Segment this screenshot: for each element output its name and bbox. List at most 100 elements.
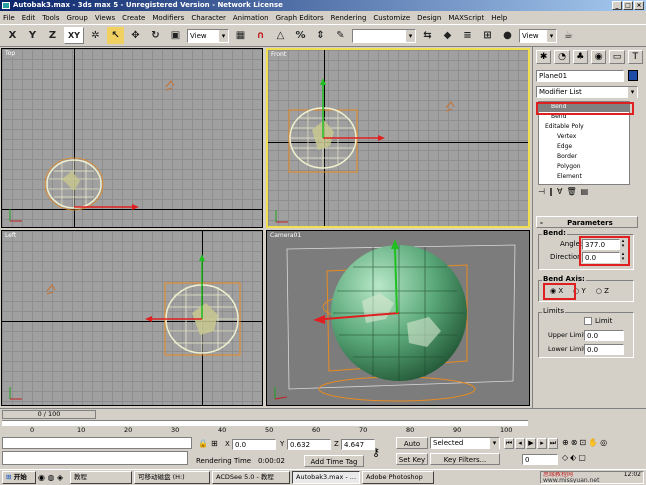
named-selection-icon[interactable]: ✎ bbox=[332, 27, 349, 44]
select-move-icon[interactable]: ✥ bbox=[127, 27, 144, 44]
menu-item[interactable]: Design bbox=[417, 14, 441, 22]
restrict-z-button[interactable]: Z bbox=[44, 27, 61, 44]
menu-item[interactable]: MAXScript bbox=[448, 14, 484, 22]
remove-modifier-icon[interactable]: 🗑 bbox=[566, 187, 576, 200]
start-button[interactable]: ⊞ 开始 bbox=[2, 471, 36, 484]
viewport-left[interactable]: Left bbox=[1, 230, 263, 406]
lock-icon[interactable]: 🔒 bbox=[198, 439, 208, 448]
add-time-tag-button[interactable]: Add Time Tag bbox=[304, 455, 364, 467]
menu-item[interactable]: Group bbox=[67, 14, 88, 22]
material-editor-icon[interactable]: ● bbox=[499, 27, 516, 44]
time-slider[interactable]: 0 / 100 bbox=[2, 410, 96, 419]
menu-item[interactable]: Create bbox=[122, 14, 145, 22]
go-start-icon[interactable]: ⏮ bbox=[504, 438, 514, 449]
zoom-all-icon[interactable]: ⊗ bbox=[571, 438, 578, 447]
lower-limit-field[interactable]: 0.0 bbox=[584, 344, 624, 355]
object-name-field[interactable]: Plane01 bbox=[536, 70, 624, 82]
quick-launch-icons[interactable]: ◉ ◍ ◈ bbox=[38, 473, 68, 482]
restrict-xy-button[interactable]: XY bbox=[64, 27, 84, 44]
scale-icon[interactable]: ▣ bbox=[167, 27, 184, 44]
reference-coord-select[interactable]: View bbox=[187, 28, 229, 43]
align-icon[interactable]: ◆ bbox=[439, 27, 456, 44]
gear-icon[interactable]: ✲ bbox=[87, 27, 104, 44]
named-selection-select[interactable] bbox=[352, 28, 416, 43]
pan-icon[interactable]: ✋ bbox=[588, 438, 598, 447]
axis-radio-z[interactable]: ○ Z bbox=[596, 287, 609, 295]
stack-item[interactable]: Editable Poly bbox=[539, 122, 629, 132]
taskbar-item[interactable]: Autobak3.max - ... bbox=[292, 471, 360, 484]
menu-item[interactable]: Edit bbox=[22, 14, 36, 22]
zoom-extents-icon[interactable]: ⊡ bbox=[579, 438, 586, 447]
fov-icon[interactable]: ◇ bbox=[562, 453, 568, 462]
y-coord-field[interactable]: 0.632 bbox=[287, 439, 331, 450]
stack-item[interactable]: Border bbox=[539, 152, 629, 162]
maximize-button[interactable]: □ bbox=[623, 1, 633, 10]
render-icon[interactable]: ☕ bbox=[560, 27, 577, 44]
taskbar-item[interactable]: 教程 bbox=[70, 471, 132, 484]
select-icon[interactable]: ↖ bbox=[107, 27, 124, 44]
viewport-top[interactable]: Top bbox=[1, 48, 263, 228]
menu-item[interactable]: Customize bbox=[373, 14, 410, 22]
upper-limit-field[interactable]: 0.0 bbox=[584, 330, 624, 341]
taskbar-item[interactable]: Adobe Photoshop bbox=[362, 471, 434, 484]
render-type-select[interactable]: View bbox=[519, 28, 557, 43]
utilities-tab-icon[interactable]: T bbox=[627, 50, 643, 64]
limit-checkbox-row[interactable]: Limit bbox=[584, 317, 612, 325]
menu-item[interactable]: Modifiers bbox=[152, 14, 184, 22]
key-mode-select[interactable]: Selected bbox=[430, 437, 500, 450]
parameters-rollout[interactable]: - Parameters bbox=[536, 216, 638, 228]
display-tab-icon[interactable]: ▭ bbox=[609, 50, 625, 64]
menu-item[interactable]: Character bbox=[191, 14, 226, 22]
modifier-list-select[interactable]: Modifier List bbox=[536, 86, 638, 99]
stack-item[interactable]: Vertex bbox=[539, 132, 629, 142]
menu-item[interactable]: Animation bbox=[233, 14, 269, 22]
stack-item[interactable]: Edge bbox=[539, 142, 629, 152]
modify-tab-icon[interactable]: ◔ bbox=[554, 50, 570, 64]
menu-item[interactable]: Views bbox=[95, 14, 115, 22]
key-filters-button[interactable]: Key Filters... bbox=[430, 453, 500, 465]
viewport-camera[interactable]: Camera01 bbox=[266, 230, 530, 406]
spinner-snap-icon[interactable]: ⇕ bbox=[312, 27, 329, 44]
restrict-y-button[interactable]: Y bbox=[24, 27, 41, 44]
track-view-icon[interactable]: ≡ bbox=[459, 27, 476, 44]
pin-stack-icon[interactable]: ⊣ bbox=[538, 187, 545, 200]
z-coord-field[interactable]: 4.647 bbox=[341, 439, 375, 450]
x-coord-field[interactable]: 0.0 bbox=[232, 439, 276, 450]
motion-tab-icon[interactable]: ◉ bbox=[590, 50, 607, 64]
snap-percent-icon[interactable]: % bbox=[292, 27, 309, 44]
walk-icon[interactable]: ⬖ bbox=[570, 453, 576, 462]
menu-item[interactable]: Graph Editors bbox=[276, 14, 324, 22]
magnet-icon[interactable]: ∩ bbox=[252, 27, 269, 44]
go-end-icon[interactable]: ⏭ bbox=[548, 438, 558, 449]
arc-rotate-icon[interactable]: ◎ bbox=[600, 438, 607, 447]
pivot-icon[interactable]: ▦ bbox=[232, 27, 249, 44]
set-key-button[interactable]: Set Key bbox=[396, 453, 428, 465]
rotate-icon[interactable]: ↻ bbox=[147, 27, 164, 44]
maximize-viewport-icon[interactable]: ▢ bbox=[578, 453, 586, 462]
stack-item[interactable]: Polygon bbox=[539, 162, 629, 172]
hierarchy-tab-icon[interactable]: ♣ bbox=[572, 50, 588, 64]
object-color-swatch[interactable] bbox=[628, 70, 638, 81]
current-frame-field[interactable]: 0 bbox=[522, 454, 558, 465]
next-frame-icon[interactable]: ▸ bbox=[537, 438, 547, 449]
close-button[interactable]: × bbox=[634, 1, 644, 10]
menu-item[interactable]: Tools bbox=[42, 14, 59, 22]
maxscript-listener[interactable] bbox=[2, 437, 192, 449]
minimize-button[interactable]: _ bbox=[612, 1, 622, 10]
menu-item[interactable]: Help bbox=[491, 14, 507, 22]
taskbar-item[interactable]: 可移动磁盘 (H:) bbox=[134, 471, 210, 484]
mirror-icon[interactable]: ⇆ bbox=[419, 27, 436, 44]
menu-item[interactable]: File bbox=[3, 14, 15, 22]
viewport-front[interactable]: Front bbox=[266, 48, 530, 228]
auto-key-button[interactable]: Auto Key bbox=[396, 437, 428, 460]
menu-item[interactable]: Rendering bbox=[331, 14, 367, 22]
absolute-mode-icon[interactable]: ⊞ bbox=[211, 439, 218, 448]
limit-checkbox[interactable] bbox=[584, 317, 592, 325]
schematic-icon[interactable]: ⊞ bbox=[479, 27, 496, 44]
make-unique-icon[interactable]: ∀ bbox=[557, 187, 562, 200]
show-end-result-icon[interactable]: ‖ bbox=[549, 187, 553, 200]
snap-angle-icon[interactable]: △ bbox=[272, 27, 289, 44]
taskbar-item[interactable]: ACDSee 5.0 - 教程 bbox=[212, 471, 290, 484]
play-icon[interactable]: ▶ bbox=[526, 438, 536, 449]
stack-item[interactable]: Element bbox=[539, 172, 629, 182]
